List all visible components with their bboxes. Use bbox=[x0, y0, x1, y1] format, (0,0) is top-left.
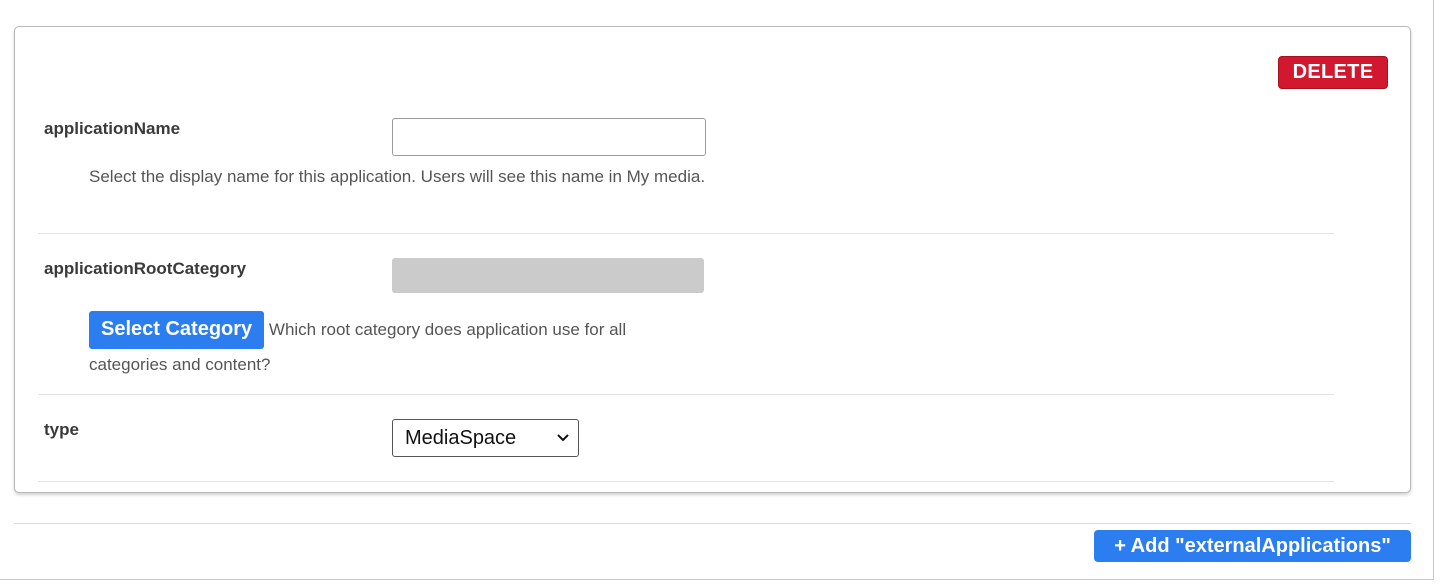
chevron-down-icon bbox=[557, 434, 569, 442]
external-application-card: DELETE applicationName Select the displa… bbox=[14, 26, 1411, 493]
divider bbox=[14, 523, 1411, 524]
application-name-description: Select the display name for this applica… bbox=[89, 167, 706, 186]
type-select[interactable]: MediaSpace bbox=[392, 419, 579, 457]
divider bbox=[38, 481, 1334, 482]
application-root-category-description-block: Select Category Which root category does… bbox=[89, 311, 689, 380]
type-label: type bbox=[44, 420, 79, 439]
application-name-label: applicationName bbox=[44, 119, 181, 138]
application-root-category-label: applicationRootCategory bbox=[44, 259, 247, 278]
application-root-category-input bbox=[392, 258, 704, 293]
divider bbox=[38, 394, 1334, 395]
application-name-input[interactable] bbox=[392, 118, 706, 156]
type-select-value: MediaSpace bbox=[405, 426, 517, 449]
divider bbox=[38, 233, 1334, 234]
delete-button[interactable]: DELETE bbox=[1278, 56, 1388, 89]
select-category-button[interactable]: Select Category bbox=[89, 311, 265, 349]
add-external-applications-button[interactable]: + Add "externalApplications" bbox=[1094, 530, 1411, 562]
